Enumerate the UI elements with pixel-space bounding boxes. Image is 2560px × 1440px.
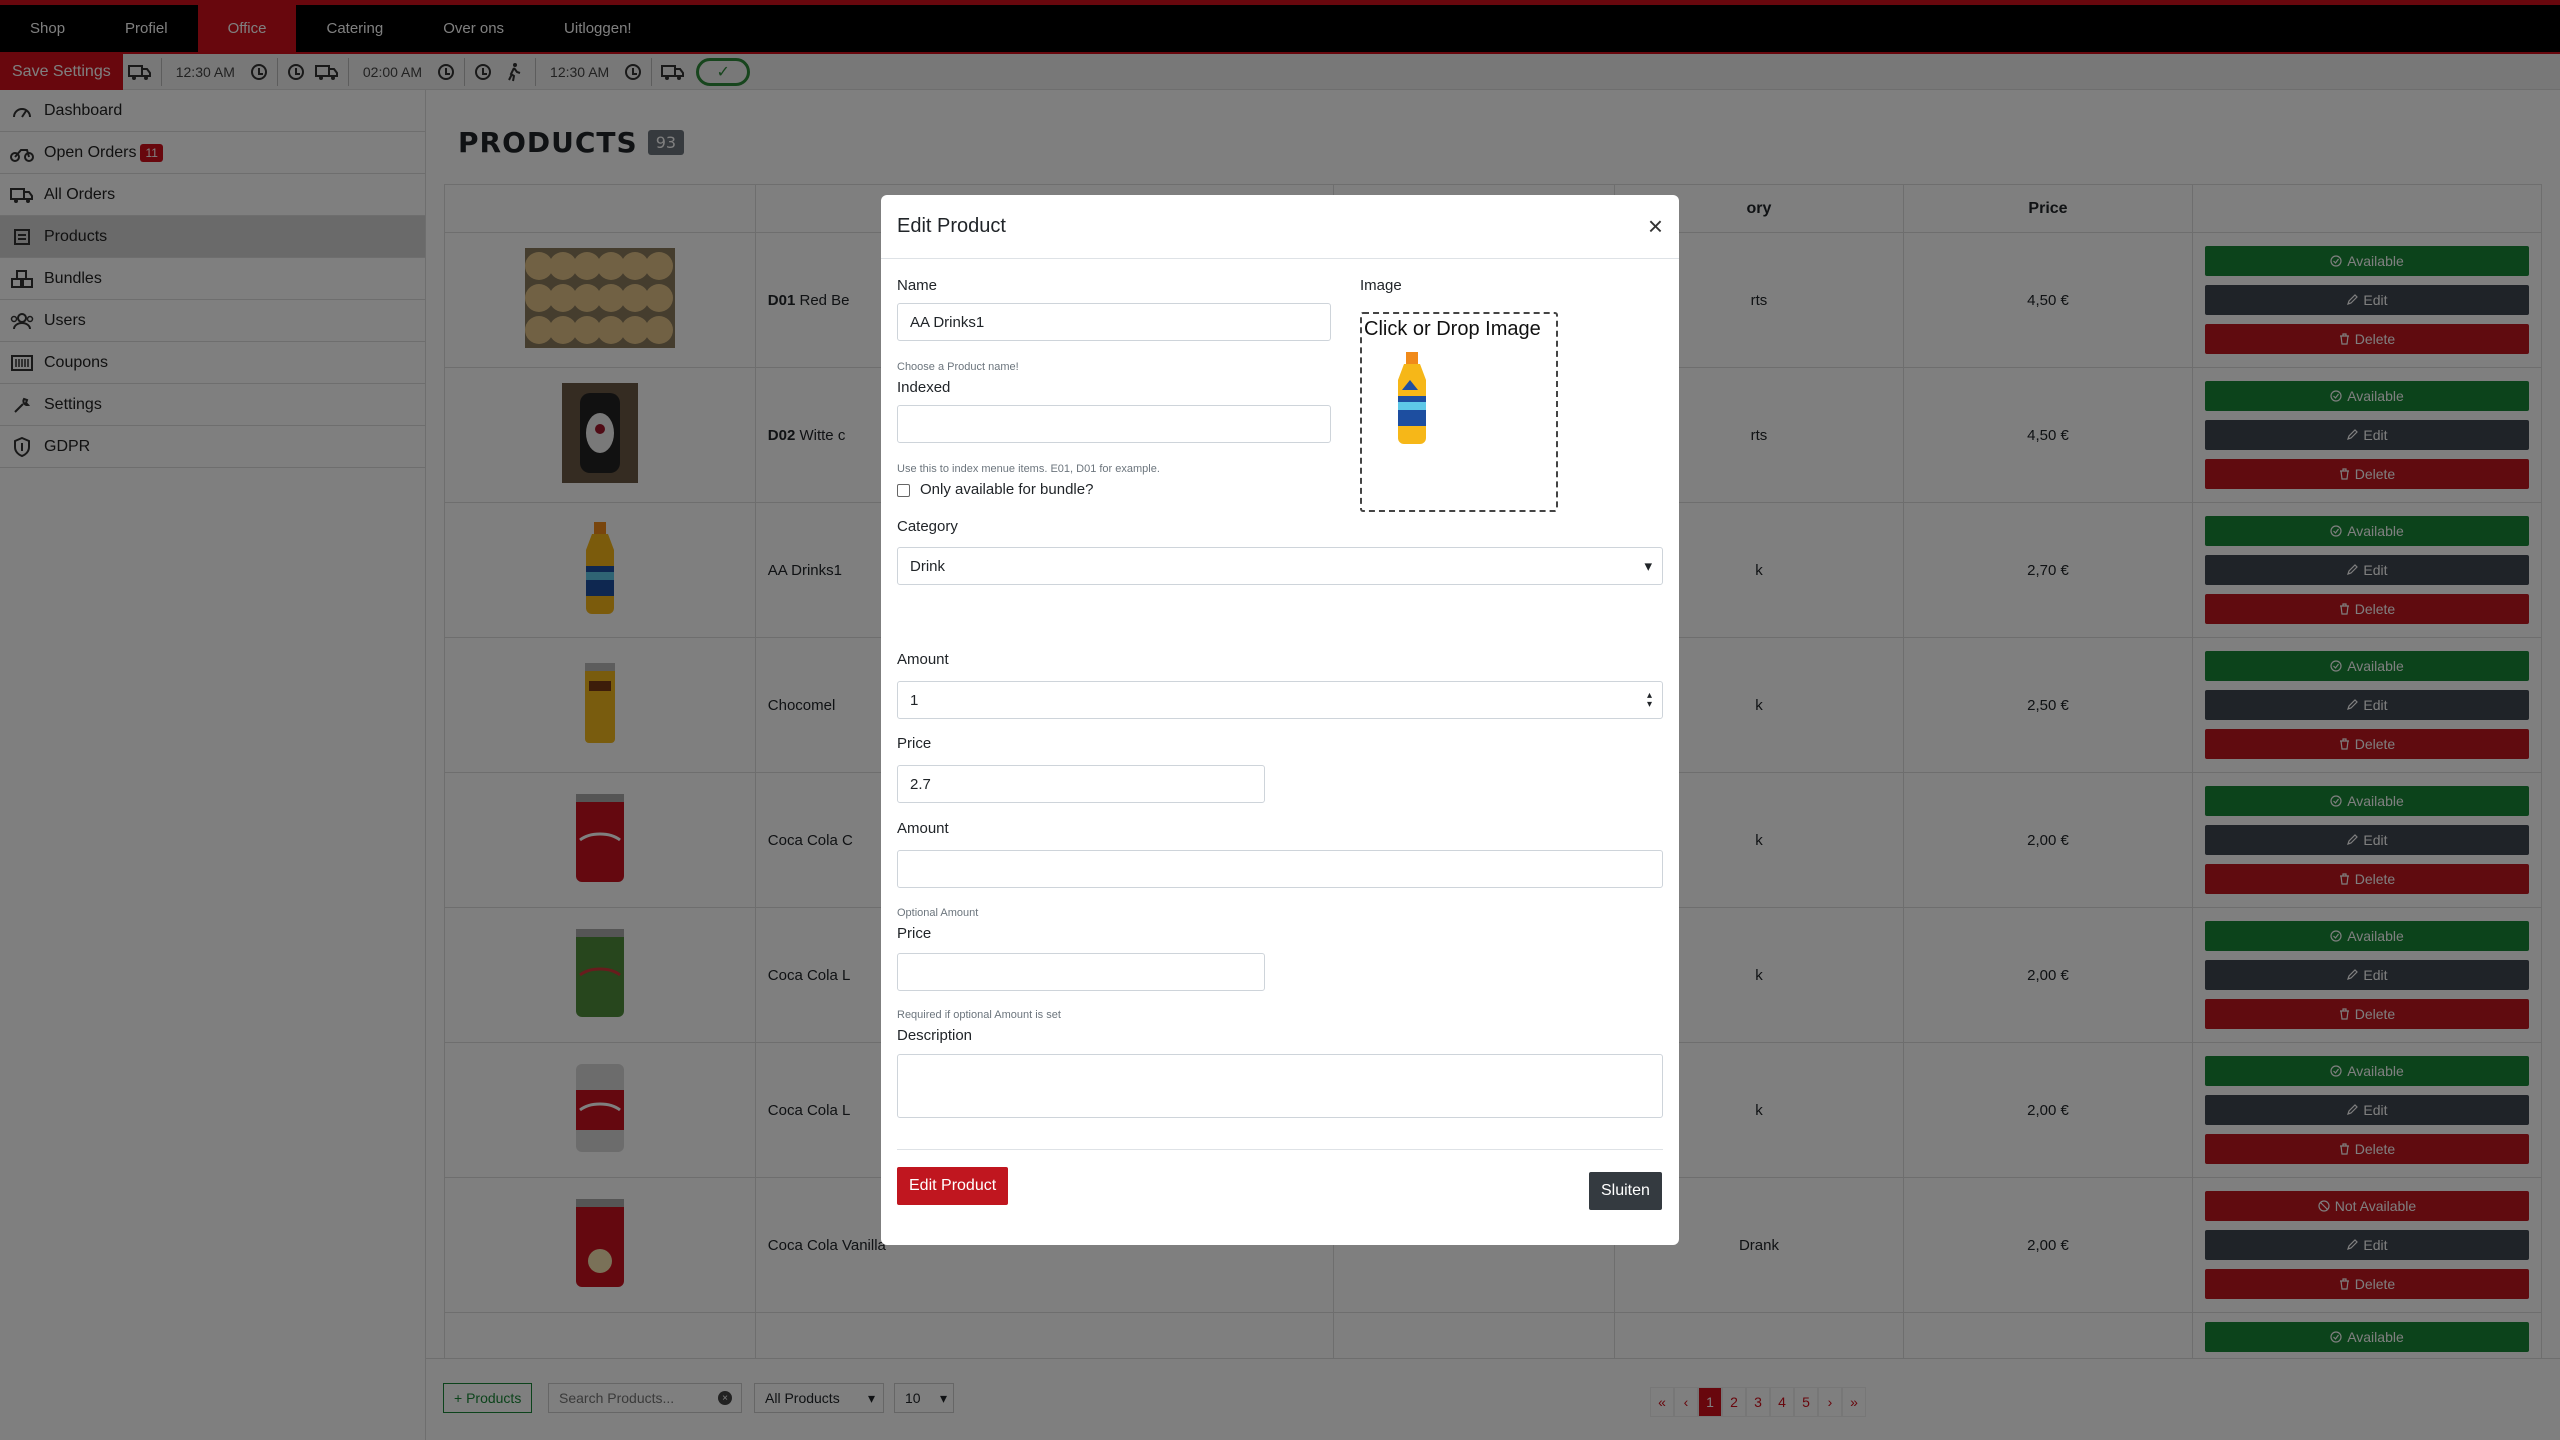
optional-amount-input[interactable] [897, 850, 1663, 888]
optional-price-input[interactable] [897, 953, 1265, 991]
spinner-arrows-icon[interactable]: ▴ ▾ [1647, 691, 1652, 710]
category-select[interactable]: Drink ▾ [897, 547, 1663, 585]
optional-price-label: Price [897, 925, 932, 942]
amount-label: Amount [897, 651, 949, 668]
description-label: Description [897, 1027, 973, 1044]
modal-footer-divider [897, 1149, 1663, 1150]
optional-amount-hint: Optional Amount [897, 907, 979, 919]
modal-title: Edit Product [897, 215, 1006, 237]
category-label: Category [897, 518, 958, 535]
image-label: Image [1360, 277, 1402, 294]
close-icon[interactable]: × [1648, 211, 1663, 242]
bundle-only-label: Only available for bundle? [920, 481, 1094, 498]
name-hint: Choose a Product name! [897, 361, 1019, 373]
description-textarea[interactable] [897, 1054, 1663, 1118]
image-dropzone[interactable]: Click or Drop Image [1360, 312, 1558, 512]
amount-value: 1 [910, 691, 919, 709]
name-input[interactable]: AA Drinks1 [897, 303, 1331, 341]
amount-input[interactable]: 1 ▴ ▾ [897, 681, 1663, 719]
indexed-label: Indexed [897, 379, 951, 396]
modal-header: Edit Product × [881, 195, 1679, 259]
close-modal-button[interactable]: Sluiten [1589, 1172, 1662, 1210]
category-value: Drink [910, 557, 946, 575]
chevron-down-icon: ▾ [1644, 558, 1652, 575]
edit-product-button[interactable]: Edit Product [897, 1167, 1009, 1205]
bundle-only-checkbox[interactable] [897, 484, 910, 497]
price-label: Price [897, 735, 932, 752]
price-input[interactable]: 2.7 [897, 765, 1265, 803]
indexed-hint: Use this to index menue items. E01, D01 … [897, 463, 1160, 475]
dropzone-text: Click or Drop Image [1364, 318, 1541, 340]
product-image-preview [1398, 352, 1426, 444]
name-label: Name [897, 277, 938, 294]
indexed-input[interactable] [897, 405, 1331, 443]
optional-price-hint: Required if optional Amount is set [897, 1009, 1061, 1021]
edit-product-modal: Edit Product × Name AA Drinks1 Choose a … [881, 195, 1679, 1245]
optional-amount-label: Amount [897, 820, 949, 837]
